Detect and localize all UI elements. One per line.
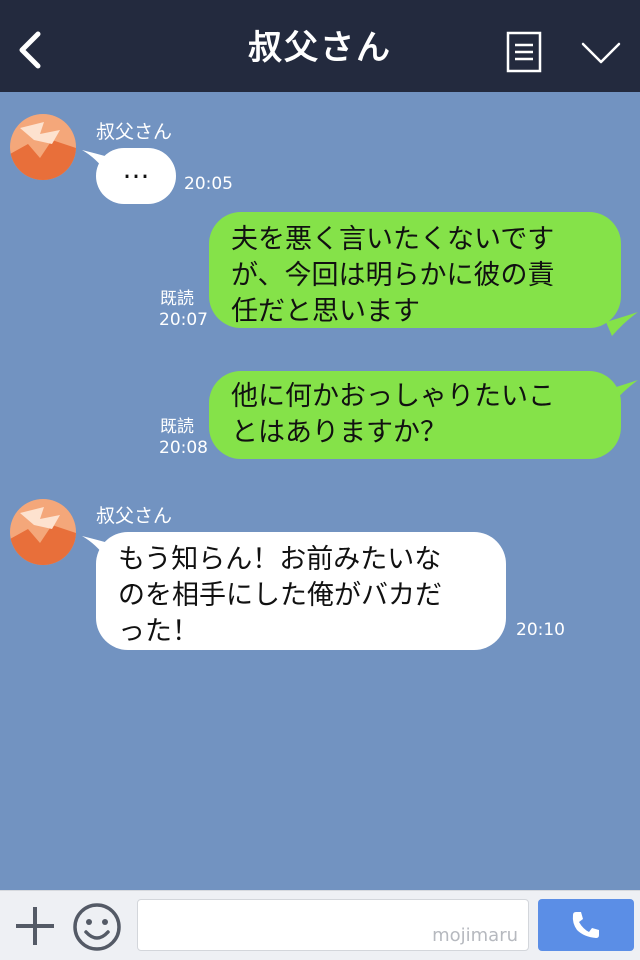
message-text-line: とはありますか？ [231,417,447,448]
watermark-text: mojimaru [432,925,518,946]
message-bubble[interactable]: 他に何かおっしゃりたいこ とはありますか？ [209,371,621,459]
chevron-down-icon[interactable] [580,40,622,66]
message-text: … [122,154,150,185]
header-bar: 叔父さん [0,0,640,92]
input-bar: mojimaru [0,890,640,960]
avatar[interactable] [10,114,76,180]
message-text-line: った！ [118,616,199,647]
message-time: 20:10 [516,620,565,640]
message-bubble[interactable]: … [96,148,176,204]
message-text-line: 任だと思います [231,296,420,327]
message-bubble[interactable]: もう知らん！お前みたいな のを相手にした俺がバカだ った！ [96,532,506,650]
message-input[interactable]: mojimaru [137,899,529,951]
read-receipt: 既読 [160,417,194,437]
message-time: 20:05 [184,174,233,194]
plus-icon[interactable] [14,905,56,947]
message-bubble[interactable]: 夫を悪く言いたくないです が、今回は明らかに彼の責 任だと思います [209,212,621,328]
call-button[interactable] [538,899,634,951]
message-text-line: が、今回は明らかに彼の責 [231,260,555,291]
message-time: 20:07 [159,310,208,330]
sender-name: 叔父さん [96,121,173,143]
smile-icon[interactable] [72,902,122,952]
message-time: 20:08 [159,438,208,458]
message-text-line: 夫を悪く言いたくないです [231,224,555,255]
message-text-line: もう知らん！お前みたいな [118,544,442,575]
message-text-line: 他に何かおっしゃりたいこ [231,381,555,412]
message-text-line: のを相手にした俺がバカだ [118,580,442,611]
read-receipt: 既読 [160,289,194,309]
phone-icon [572,912,599,938]
document-icon[interactable] [506,31,542,73]
sender-name: 叔父さん [96,505,173,527]
avatar[interactable] [10,499,76,565]
chat-title: 叔父さん [248,28,392,68]
chat-area[interactable]: 叔父さん … 20:05 既読 20:07 夫を悪く言いたくないです が、今回は… [0,92,640,890]
